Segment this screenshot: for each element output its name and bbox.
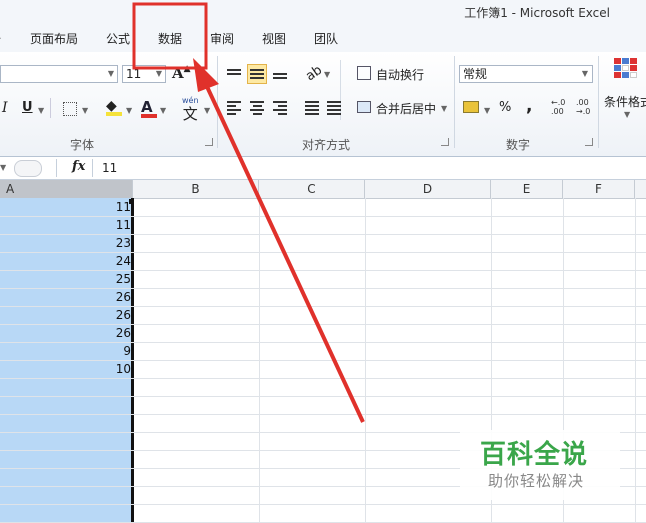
annotation-arrow-shaft	[201, 77, 365, 423]
annotation-overlay	[132, 2, 365, 423]
data-tab-highlight-box	[132, 2, 208, 70]
